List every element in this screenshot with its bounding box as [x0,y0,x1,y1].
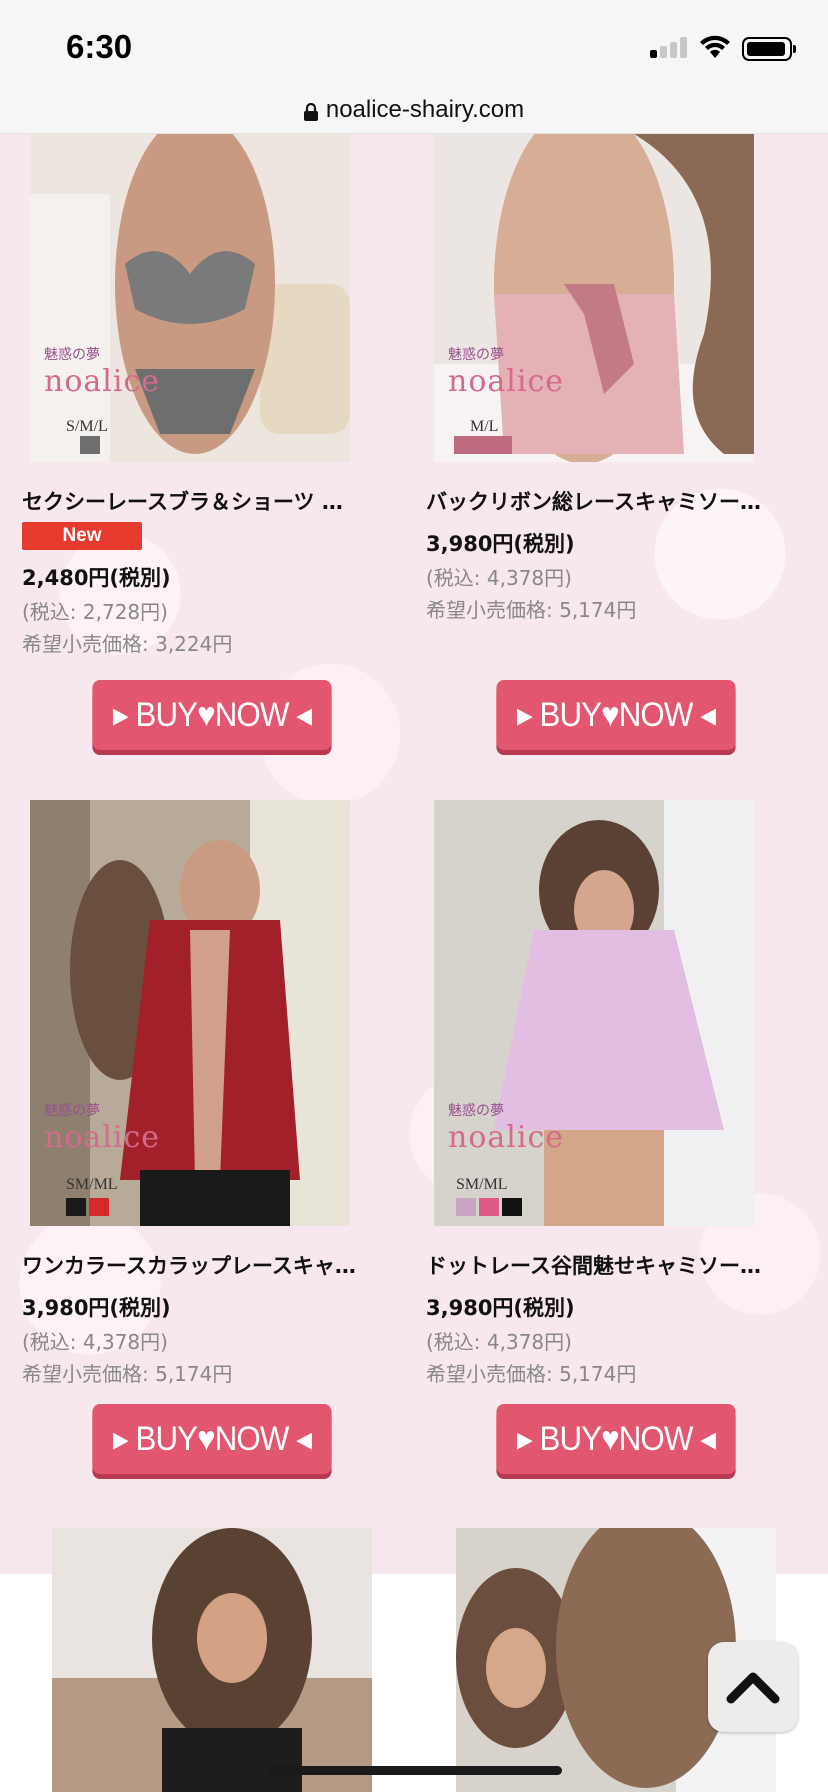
product-card: 魅惑の夢 noalice SM/ML ドットレース谷間魅せキャミソールベ… 3,… [404,800,764,1474]
brand-overlay: 魅惑の夢 noalice [44,1100,160,1155]
buy-now-button[interactable]: ▸ BUY♥NOW ◂ [496,680,736,750]
product-photo[interactable]: 魅惑の夢 noalice SM/ML [30,800,350,1226]
address-bar[interactable]: noalice-shairy.com [0,86,828,134]
color-swatches [456,1198,522,1216]
brand-tagline: 魅惑の夢 [44,1103,100,1119]
msrp-price: 希望小売価格: 5,174円 [22,1362,233,1386]
color-swatches [66,1198,109,1216]
brand-overlay: 魅惑の夢 noalice [448,1100,564,1155]
tax-included-price: (税込: 4,378円) [426,1330,572,1354]
product-price: 3,980円(税別) [426,1296,575,1320]
product-title[interactable]: バックリボン総レースキャミソールベ… [426,486,764,516]
size-label: M/L [470,418,499,435]
color-swatches [80,436,100,454]
buy-now-button[interactable]: ▸ BUY♥NOW ◂ [496,1404,736,1474]
buy-now-button[interactable]: ▸ BUY♥NOW ◂ [92,680,332,750]
product-image [30,800,350,1226]
brand-logo: noalice [448,1120,565,1155]
product-card: 魅惑の夢 noalice S/M/L セクシーレースブラ＆ショーツ ゆき… Ne… [0,134,360,754]
msrp-price: 希望小売価格: 3,224円 [22,632,233,656]
new-badge: New [22,522,142,550]
product-title[interactable]: ドットレース谷間魅せキャミソールベ… [426,1250,764,1280]
product-title[interactable]: セクシーレースブラ＆ショーツ ゆき… [22,486,360,516]
brand-logo: noalice [44,1120,161,1155]
msrp-price: 希望小売価格: 5,174円 [426,598,637,622]
product-card: 魅惑の夢 noalice M/L バックリボン総レースキャミソールベ… 3,98… [404,134,764,754]
product-photo[interactable] [52,1528,372,1792]
size-label: SM/ML [456,1176,508,1193]
product-grid: 魅惑の夢 noalice S/M/L セクシーレースブラ＆ショーツ ゆき… Ne… [0,134,828,1792]
size-label: SM/ML [66,1176,118,1193]
product-image [434,800,754,1226]
buy-now-button[interactable]: ▸ BUY♥NOW ◂ [92,1404,332,1474]
color-swatches [454,436,512,454]
product-image [30,134,350,462]
home-indicator[interactable] [266,1766,562,1775]
url-text: noalice-shairy.com [325,95,525,123]
brand-overlay: 魅惑の夢 noalice [448,344,564,399]
product-title[interactable]: ワンカラースカラップレースキャミソ… [22,1250,360,1280]
chevron-up-icon [726,1672,780,1704]
brand-logo: noalice [448,364,565,399]
product-image [52,1528,372,1792]
product-photo[interactable]: 魅惑の夢 noalice S/M/L [30,134,350,462]
tax-included-price: (税込: 2,728円) [22,600,168,624]
product-price: 3,980円(税別) [426,532,575,556]
product-card: 魅惑の夢 noalice SM/ML ワンカラースカラップレースキャミソ… 3,… [0,800,360,1474]
msrp-price: 希望小売価格: 5,174円 [426,1362,637,1386]
wifi-icon [700,35,730,58]
cellular-signal-icon [650,36,690,58]
product-price: 2,480円(税別) [22,566,171,590]
battery-icon [742,37,796,61]
product-photo[interactable]: 魅惑の夢 noalice SM/ML [434,800,754,1226]
brand-tagline: 魅惑の夢 [44,347,100,363]
product-price: 3,980円(税別) [22,1296,171,1320]
brand-tagline: 魅惑の夢 [448,1103,504,1119]
brand-overlay: 魅惑の夢 noalice [44,344,160,399]
scroll-to-top-button[interactable] [708,1642,798,1732]
brand-logo: noalice [44,364,161,399]
product-photo[interactable]: 魅惑の夢 noalice M/L [434,134,754,462]
status-bar: 6:30 [0,0,828,86]
brand-tagline: 魅惑の夢 [448,347,504,363]
lock-icon [303,102,318,121]
size-label: S/M/L [66,418,108,435]
product-image [434,134,754,462]
status-time: 6:30 [66,28,133,65]
tax-included-price: (税込: 4,378円) [22,1330,168,1354]
tax-included-price: (税込: 4,378円) [426,566,572,590]
